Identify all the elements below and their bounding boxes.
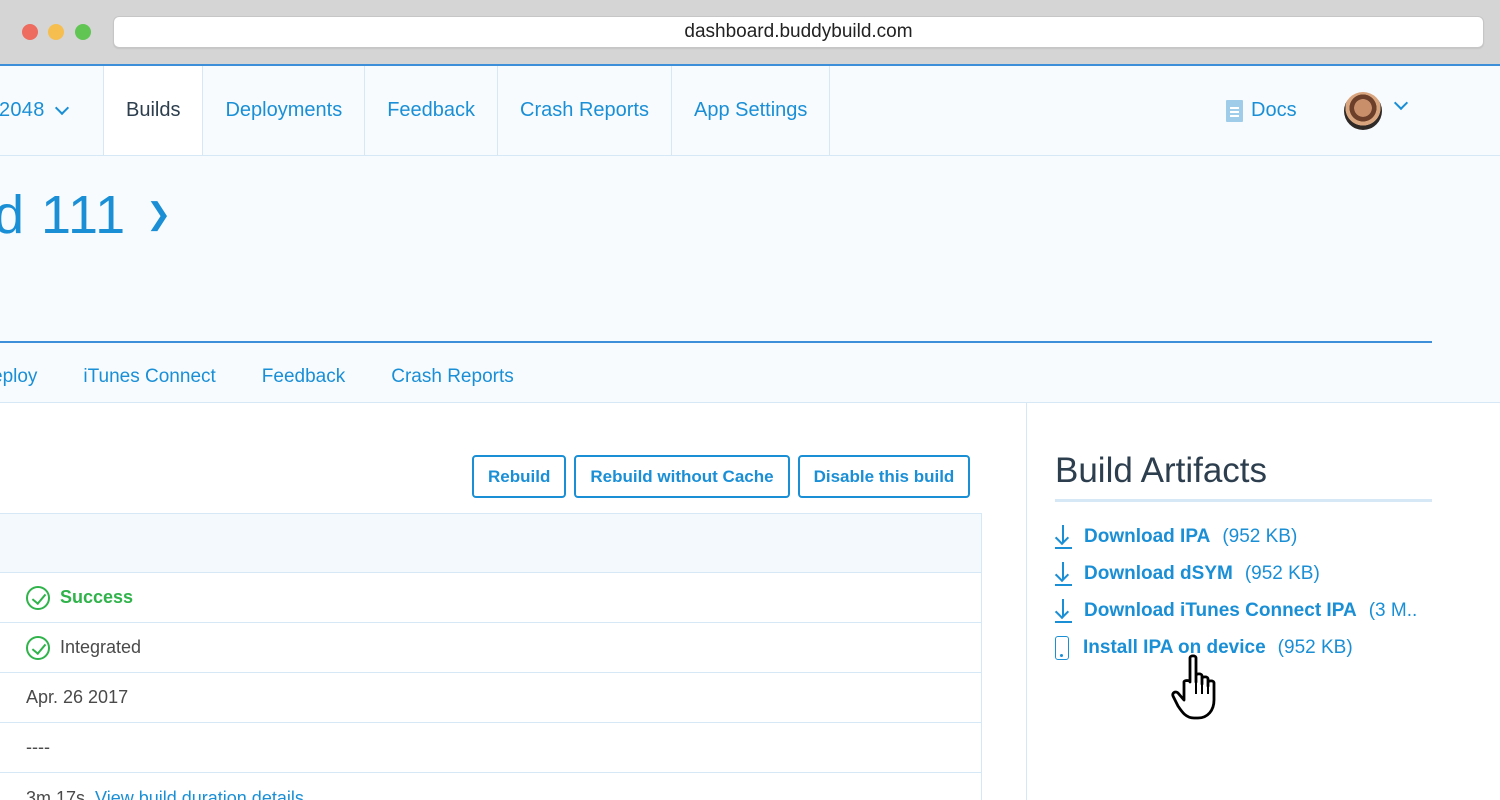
docs-link[interactable]: Docs [1226, 66, 1297, 155]
phone-icon [1055, 635, 1069, 660]
artifact-name: Download iTunes Connect IPA [1084, 599, 1357, 621]
app-body: -2048 Builds Deployments Feedback Crash … [0, 66, 1500, 800]
top-navigation: -2048 Builds Deployments Feedback Crash … [0, 66, 1500, 156]
zoom-window-button[interactable] [75, 24, 91, 40]
disable-build-button[interactable]: Disable this build [797, 455, 971, 498]
table-row-duration: 3m 17s View build duration details [0, 773, 981, 800]
avatar[interactable] [1344, 92, 1382, 130]
artifact-size: (3 M.. [1368, 599, 1418, 621]
download-icon [1055, 524, 1072, 549]
artifact-size: (952 KB) [1277, 636, 1353, 658]
build-actions: Rebuild Rebuild without Cache Disable th… [472, 455, 971, 498]
close-window-button[interactable] [22, 24, 38, 40]
table-row-status: Success [0, 573, 981, 623]
artifact-download-ipa[interactable]: Download IPA (952 KB) [1055, 518, 1432, 555]
chevron-down-icon [54, 100, 69, 115]
placeholder-text: ---- [26, 737, 50, 757]
tab-app-settings[interactable]: App Settings [670, 66, 831, 155]
document-icon [1226, 99, 1243, 122]
title-divider [0, 341, 1432, 343]
browser-chrome: dashboard.buddybuild.com [0, 0, 1500, 66]
chevron-right-icon[interactable]: ❯ [146, 197, 172, 232]
build-title-text: d 111 [0, 185, 127, 245]
tab-feedback[interactable]: Feedback [364, 66, 497, 155]
tab-crash-reports[interactable]: Crash Reports [497, 66, 671, 155]
address-bar[interactable]: dashboard.buddybuild.com [113, 16, 1484, 48]
build-duration-link[interactable]: View build duration details [95, 788, 304, 800]
artifact-download-itunes-ipa[interactable]: Download iTunes Connect IPA (3 M.. [1055, 592, 1432, 629]
check-circle-icon [26, 585, 50, 610]
artifact-name: Download IPA [1084, 525, 1211, 547]
artifact-download-dsym[interactable]: Download dSYM (952 KB) [1055, 555, 1432, 592]
duration-text: 3m 17s [26, 787, 86, 800]
artifacts-list: Download IPA (952 KB) Download dSYM (952… [1055, 518, 1432, 666]
app-switcher[interactable]: -2048 [0, 66, 69, 155]
subtab-crash-reports[interactable]: Crash Reports [391, 366, 514, 388]
main-tabs: Builds Deployments Feedback Crash Report… [103, 66, 831, 155]
build-artifacts-panel: Build Artifacts Download IPA (952 KB) Do… [1055, 451, 1432, 666]
subtab-feedback[interactable]: Feedback [262, 366, 345, 388]
download-icon [1055, 598, 1072, 623]
subtab-deploy[interactable]: eploy [0, 366, 37, 388]
rebuild-without-cache-button[interactable]: Rebuild without Cache [574, 455, 790, 498]
artifact-name: Download dSYM [1084, 562, 1233, 584]
tab-builds[interactable]: Builds [103, 66, 203, 155]
page-title: d 111 ❯ [0, 184, 172, 246]
tab-deployments[interactable]: Deployments [202, 66, 364, 155]
artifact-size: (952 KB) [1244, 562, 1320, 584]
docs-label: Docs [1251, 99, 1297, 121]
status-text: Success [60, 587, 134, 607]
artifact-install-ipa[interactable]: Install IPA on device (952 KB) [1055, 629, 1432, 666]
build-content: Rebuild Rebuild without Cache Disable th… [0, 402, 1500, 800]
artifacts-title: Build Artifacts [1055, 451, 1432, 502]
build-subtabs: eploy iTunes Connect Feedback Crash Repo… [0, 366, 514, 388]
artifact-size: (952 KB) [1222, 525, 1298, 547]
user-menu-chevron-icon[interactable] [1393, 95, 1409, 111]
subtab-itunes-connect[interactable]: iTunes Connect [83, 366, 215, 388]
app-switcher-label: -2048 [0, 99, 45, 121]
table-row-date: Apr. 26 2017 [0, 673, 981, 723]
check-circle-icon [26, 635, 50, 660]
content-divider [1026, 403, 1027, 800]
table-header [0, 514, 981, 573]
table-row-placeholder: ---- [0, 723, 981, 773]
rebuild-button[interactable]: Rebuild [472, 455, 567, 498]
integration-text: Integrated [60, 637, 142, 657]
minimize-window-button[interactable] [48, 24, 64, 40]
hand-pointer-cursor-icon [1171, 654, 1216, 720]
build-details-table: Success Integrated Apr. 26 2017 ---- 3m … [0, 513, 982, 800]
date-text: Apr. 26 2017 [26, 687, 129, 707]
download-icon [1055, 561, 1072, 586]
table-row-integration: Integrated [0, 623, 981, 673]
